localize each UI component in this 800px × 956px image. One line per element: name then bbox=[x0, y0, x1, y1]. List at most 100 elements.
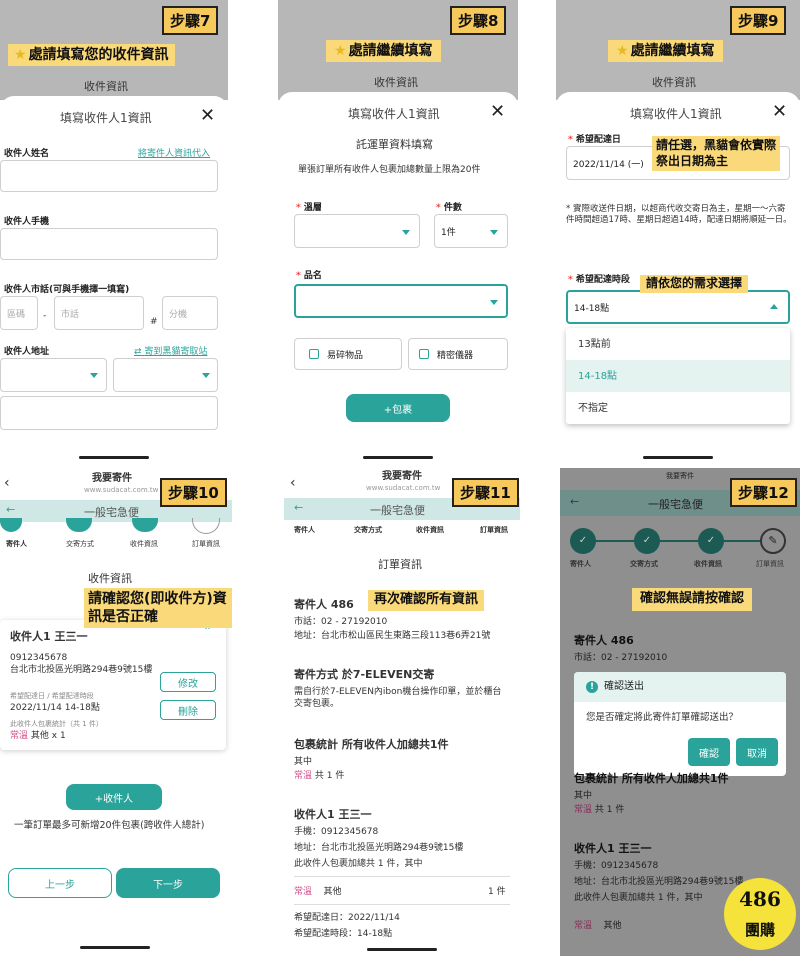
option-14-18[interactable]: 14-18點 bbox=[578, 370, 617, 384]
name-input[interactable] bbox=[0, 160, 218, 192]
name-label: 收件人姓名 bbox=[4, 149, 50, 159]
edit-button[interactable]: 修改 bbox=[160, 672, 216, 692]
confirm-highlight: 確認無誤請按確認 bbox=[632, 588, 753, 611]
recipient-addr: 地址：台北市北投區光明路294巷9號15樓 bbox=[294, 843, 464, 853]
check-icon: ✓ bbox=[570, 528, 596, 554]
checkbox-icon bbox=[419, 349, 429, 359]
highlight-note: ★ 處請繼續填寫 bbox=[608, 40, 723, 63]
row-count: 1 件 bbox=[488, 887, 506, 897]
header-title: 我要寄件 bbox=[92, 473, 132, 484]
confirm-highlight: 請確認您(即收件方)資訊是否正確 bbox=[84, 588, 232, 629]
hash: # bbox=[150, 317, 158, 327]
address-input[interactable] bbox=[0, 396, 218, 430]
method-note: 需自行於7-ELEVEN內ibon機台操作印單，並於櫃台交寄包裹。 bbox=[294, 687, 502, 710]
option-any[interactable]: 不指定 bbox=[578, 402, 608, 416]
stat-line: 常溫 共 1 件 bbox=[574, 805, 625, 815]
option-13[interactable]: 13點前 bbox=[578, 338, 611, 352]
ext-input[interactable]: 分機 bbox=[162, 296, 218, 330]
logo-number: 486 bbox=[739, 887, 781, 911]
top-label: 收件資訊 bbox=[652, 76, 696, 89]
time-select[interactable]: 14-18點 bbox=[566, 290, 790, 324]
logo-text: 團購 bbox=[744, 921, 775, 939]
arrow-left-icon[interactable]: ← bbox=[6, 503, 15, 516]
panel-step10: ‹ 我要寄件 www.sudacat.com.tw 步驟10 ← 一般宅急便 寄… bbox=[0, 468, 232, 956]
delete-button[interactable]: 刪除 bbox=[160, 700, 216, 720]
sender-tel: 市話：02 - 27192010 bbox=[294, 617, 388, 627]
addr-label: 收件人地址 bbox=[4, 347, 50, 357]
chevron-up-icon bbox=[770, 304, 778, 309]
sender-name: 寄件人 486 bbox=[574, 634, 634, 647]
confirm-highlight: 再次確認所有資訊 bbox=[368, 590, 485, 611]
date-note: * 實際收送件日期，以超商代收交寄日為主，星期一～六寄件時間超過17時、星期日超… bbox=[566, 204, 792, 226]
arrow-left-icon[interactable]: ← bbox=[570, 495, 579, 508]
divider bbox=[294, 904, 510, 905]
sender-tel: 市話：02 - 27192010 bbox=[574, 653, 668, 663]
count-label: * 件數 bbox=[436, 203, 462, 213]
recipient-phone: 0912345678 bbox=[10, 653, 68, 663]
pencil-icon: ✎ bbox=[760, 528, 786, 554]
top-label: 收件資訊 bbox=[84, 80, 128, 93]
step-label: 交寄方式 bbox=[354, 526, 382, 534]
chevron-down-icon bbox=[202, 373, 210, 378]
nav-title: 一般宅急便 bbox=[370, 504, 425, 517]
tel-label: 收件人市話(可與手機擇一填寫) bbox=[4, 285, 130, 295]
sheet-title: 填寫收件人1資訊 bbox=[60, 111, 152, 125]
close-icon[interactable]: ✕ bbox=[200, 105, 215, 126]
phone-input[interactable] bbox=[0, 228, 218, 260]
close-icon[interactable]: ✕ bbox=[772, 101, 787, 122]
close-icon[interactable]: ✕ bbox=[490, 101, 505, 122]
step-badge: 步驟7 bbox=[162, 6, 219, 35]
phone-label: 收件人手機 bbox=[4, 217, 50, 227]
home-indicator bbox=[80, 946, 150, 949]
stat-sub: 其中 bbox=[574, 791, 593, 801]
section-title: 訂單資訊 bbox=[378, 558, 422, 571]
step-label: 寄件人 bbox=[6, 540, 27, 548]
recipient-addr: 地址：台北市北投區光明路294巷9號15樓 bbox=[574, 877, 744, 887]
date-highlight: 請任選，黑貓會依實際祭出日期為主 bbox=[652, 136, 780, 172]
top-label: 收件資訊 bbox=[374, 76, 418, 89]
area-code-input[interactable]: 區碼 bbox=[0, 296, 38, 330]
cancel-button[interactable]: 取消 bbox=[736, 738, 778, 766]
section-title: 收件資訊 bbox=[88, 572, 132, 585]
limit-note: 單張訂單所有收件人包裹加總數量上限為20件 bbox=[298, 165, 481, 175]
row-item: 常溫 其他 bbox=[574, 921, 622, 931]
step-label: 訂單資訊 bbox=[756, 560, 784, 568]
next-button[interactable]: 下一步 bbox=[116, 868, 220, 898]
confirm-button[interactable]: 確認 bbox=[688, 738, 730, 766]
tel-input[interactable]: 市話 bbox=[54, 296, 144, 330]
arrow-left-icon[interactable]: ← bbox=[294, 501, 303, 514]
brand-logo: 486 團購 bbox=[724, 878, 796, 950]
recipient-stat: 此收件人包裹加總共 1 件，其中 bbox=[294, 859, 423, 869]
precision-checkbox[interactable]: 精密儀器 bbox=[408, 338, 508, 370]
header-url: www.sudacat.com.tw bbox=[366, 484, 441, 492]
step-label: 訂單資訊 bbox=[192, 540, 220, 548]
recipient-phone: 手機：0912345678 bbox=[574, 861, 659, 871]
step-badge: 步驟11 bbox=[452, 478, 519, 507]
copy-sender-link[interactable]: 將寄件人資訊代入 bbox=[138, 146, 210, 159]
panel-step7: 收件資訊 步驟7 ★ 處請填寫您的收件資訊 填寫收件人1資訊 ✕ 收件人姓名 將寄… bbox=[0, 0, 228, 462]
add-package-button[interactable]: +包裹 bbox=[346, 394, 450, 422]
panel-step8: 收件資訊 步驟8 ★ 處請繼續填寫 填寫收件人1資訊 ✕ 託運單資料填寫 單張訂單… bbox=[278, 0, 518, 462]
fragile-checkbox[interactable]: 易碎物品 bbox=[294, 338, 402, 370]
back-icon[interactable]: ‹ bbox=[4, 474, 10, 493]
chevron-down-icon bbox=[90, 373, 98, 378]
blackcat-station-link[interactable]: ⇄ 寄到黑貓寄取站 bbox=[134, 344, 207, 357]
time-label: * 希望配達時段 bbox=[568, 275, 630, 285]
bottom-sheet: 填寫收件人1資訊 ✕ 收件人姓名 將寄件人資訊代入 收件人手機 收件人市話(可與… bbox=[0, 96, 228, 462]
recipient-name: 收件人1 王三一 bbox=[10, 630, 88, 643]
back-icon[interactable]: ‹ bbox=[290, 474, 296, 493]
home-indicator bbox=[367, 948, 437, 951]
recipient-date: 希望配達日：2022/11/14 bbox=[294, 913, 400, 923]
item-select[interactable] bbox=[294, 284, 508, 318]
stat-title: 包裹統計 所有收件人加總共1件 bbox=[294, 738, 449, 751]
time-dropdown: 13點前 14-18點 不指定 bbox=[566, 328, 790, 424]
prev-button[interactable]: 上一步 bbox=[8, 868, 112, 898]
add-recipient-button[interactable]: +收件人 bbox=[66, 784, 162, 810]
sheet-title: 填寫收件人1資訊 bbox=[630, 107, 722, 121]
step-label: 收件資訊 bbox=[416, 526, 444, 534]
step-label: 訂單資訊 bbox=[480, 526, 508, 534]
panel-step9: 收件資訊 步驟9 ★ 處請繼續填寫 填寫收件人1資訊 ✕ * 希望配達日 2022… bbox=[556, 0, 800, 462]
date-value: 2022/11/14 14-18點 bbox=[10, 703, 100, 713]
recipient-card: 收件人1 王三一 ˄ 0912345678 台北市北投區光明路294巷9號15樓… bbox=[0, 620, 226, 750]
chevron-down-icon bbox=[490, 230, 498, 235]
